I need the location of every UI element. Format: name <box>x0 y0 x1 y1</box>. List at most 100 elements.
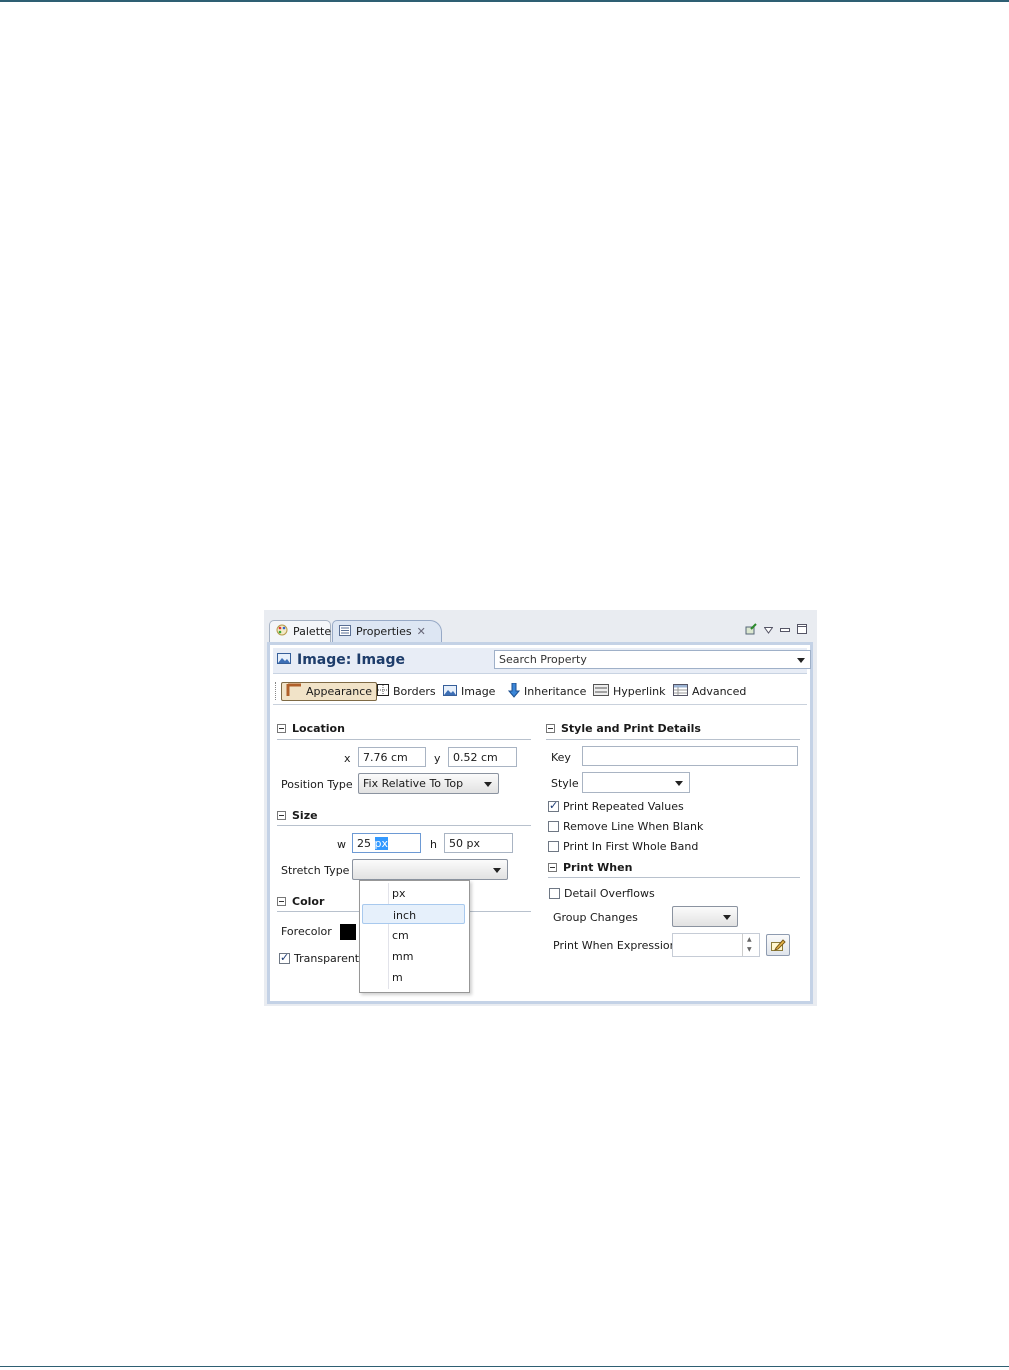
unit-dropdown-menu: px inch cm mm m <box>359 880 470 993</box>
unit-option-cm[interactable]: cm <box>362 925 465 945</box>
minimize-icon[interactable] <box>780 624 790 637</box>
print-repeated-values-checkbox[interactable]: Print Repeated Values <box>548 799 684 813</box>
w-unit-selected: px <box>374 837 388 850</box>
view-menu-icon[interactable] <box>763 624 774 637</box>
group-changes-select[interactable] <box>672 906 738 927</box>
group-changes-label: Group Changes <box>553 911 638 924</box>
forecolor-swatch[interactable] <box>340 924 356 940</box>
key-field[interactable] <box>582 746 798 766</box>
checkbox-box <box>548 841 559 852</box>
spin-up-icon[interactable]: ▲ <box>747 936 752 943</box>
tab-appearance-label: Appearance <box>306 685 373 698</box>
tab-advanced[interactable]: Advanced <box>673 682 746 701</box>
tab-properties[interactable]: Properties ✕ <box>332 620 442 642</box>
position-type-value: Fix Relative To Top <box>363 777 464 790</box>
properties-view: Palette Properties ✕ Image: Image Search… <box>267 618 813 1004</box>
print-repeated-values-label: Print Repeated Values <box>563 800 684 813</box>
search-property-text: Search Property <box>499 653 587 666</box>
location-divider <box>277 739 531 740</box>
y-label: y <box>434 752 441 765</box>
y-field[interactable]: 0.52 cm <box>448 747 517 767</box>
style-print-title-text: Style and Print Details <box>561 722 701 735</box>
style-print-divider <box>546 739 800 740</box>
view-tools <box>745 623 807 638</box>
x-field[interactable]: 7.76 cm <box>358 747 426 767</box>
chevron-down-icon <box>493 868 501 873</box>
checkbox-box <box>548 821 559 832</box>
key-label: Key <box>551 751 571 764</box>
stretch-type-select[interactable] <box>352 859 508 880</box>
tab-properties-label: Properties <box>356 625 412 638</box>
unit-option-m[interactable]: m <box>362 967 465 987</box>
w-number: 25 <box>357 837 371 850</box>
maximize-icon[interactable] <box>797 624 807 637</box>
pin-icon[interactable] <box>745 623 757 638</box>
page-top-rule <box>0 0 1009 2</box>
x-label: x <box>344 752 351 765</box>
collapse-icon[interactable] <box>277 724 286 733</box>
collapse-icon[interactable] <box>277 897 286 906</box>
tab-borders[interactable]: Borders <box>377 682 436 701</box>
location-title-text: Location <box>292 722 345 735</box>
print-when-expression-field[interactable]: ▲ ▼ <box>672 933 760 957</box>
tab-inheritance-label: Inheritance <box>524 685 587 698</box>
expression-spinner[interactable]: ▲ ▼ <box>742 934 759 956</box>
position-type-select[interactable]: Fix Relative To Top <box>358 773 499 794</box>
color-section-title[interactable]: Color <box>277 895 324 908</box>
print-when-section-title[interactable]: Print When <box>548 861 632 874</box>
chevron-down-icon[interactable] <box>797 658 805 663</box>
print-when-expression-label: Print When Expression <box>553 939 677 952</box>
collapse-icon[interactable] <box>277 811 286 820</box>
location-section-title[interactable]: Location <box>277 722 345 735</box>
w-field[interactable]: 25 px <box>352 833 421 853</box>
properties-header: Image: Image Search Property <box>273 648 811 674</box>
image-icon <box>277 652 291 668</box>
size-title-text: Size <box>292 809 318 822</box>
unit-option-mm[interactable]: mm <box>362 946 465 966</box>
tab-image[interactable]: Image <box>443 682 495 701</box>
checkbox-box <box>279 951 290 964</box>
tab-hyperlink[interactable]: Hyperlink <box>593 682 666 701</box>
position-type-label: Position Type <box>281 778 353 791</box>
collapse-icon[interactable] <box>546 724 555 733</box>
detail-overflows-checkbox[interactable]: Detail Overflows <box>549 887 655 900</box>
tab-palette[interactable]: Palette <box>269 620 331 642</box>
tab-hyperlink-label: Hyperlink <box>613 685 666 698</box>
spin-down-icon[interactable]: ▼ <box>747 946 752 953</box>
remove-line-when-blank-label: Remove Line When Blank <box>563 820 704 833</box>
chevron-down-icon <box>675 781 683 786</box>
expression-editor-button[interactable] <box>766 934 790 956</box>
tab-inheritance[interactable]: Inheritance <box>507 682 587 701</box>
h-field[interactable]: 50 px <box>444 833 513 853</box>
unit-option-inch[interactable]: inch <box>362 904 465 924</box>
unit-option-px[interactable]: px <box>362 883 465 903</box>
edit-expression-icon <box>771 938 786 955</box>
search-property-field[interactable]: Search Property <box>494 650 811 669</box>
close-icon[interactable]: ✕ <box>417 625 426 638</box>
forecolor-label: Forecolor <box>281 925 332 938</box>
palette-icon <box>276 624 288 639</box>
tab-image-label: Image <box>461 685 496 698</box>
transparent-checkbox[interactable]: Transparent <box>279 951 359 965</box>
appearance-icon <box>286 683 302 700</box>
remove-line-when-blank-checkbox[interactable]: Remove Line When Blank <box>548 820 703 833</box>
size-section-title[interactable]: Size <box>277 809 318 822</box>
style-select[interactable] <box>582 772 690 793</box>
print-when-divider <box>548 877 800 878</box>
chevron-down-icon <box>484 782 492 787</box>
element-title: Image: Image <box>277 652 405 668</box>
detail-overflows-label: Detail Overflows <box>564 887 655 900</box>
properties-screenshot: Palette Properties ✕ Image: Image Search… <box>264 610 817 1006</box>
size-divider <box>277 825 531 826</box>
style-print-section-title[interactable]: Style and Print Details <box>546 722 701 735</box>
image-icon <box>443 684 457 699</box>
tab-appearance[interactable]: Appearance <box>281 682 378 701</box>
h-label: h <box>430 838 437 851</box>
advanced-icon <box>673 684 688 699</box>
collapse-icon[interactable] <box>548 863 557 872</box>
print-in-first-whole-band-label: Print In First Whole Band <box>563 840 699 853</box>
hyperlink-icon <box>593 684 609 699</box>
print-when-title-text: Print When <box>563 861 633 874</box>
print-in-first-whole-band-checkbox[interactable]: Print In First Whole Band <box>548 840 698 853</box>
style-label: Style <box>551 777 579 790</box>
